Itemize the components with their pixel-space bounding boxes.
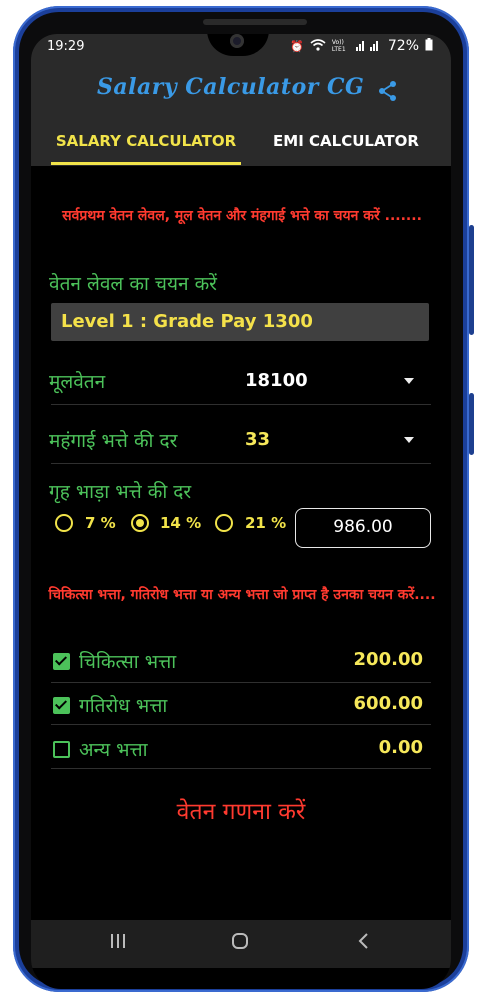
other-allowance-checkbox[interactable]	[53, 741, 70, 758]
obstruction-allowance-value: 600.00	[353, 693, 423, 714]
calculate-salary-button[interactable]: वेतन गणना करें	[31, 794, 451, 826]
medical-allowance-value: 200.00	[353, 649, 423, 670]
home-icon[interactable]	[231, 932, 249, 950]
recents-icon[interactable]	[109, 932, 127, 950]
obstruction-allowance-label: गतिरोध भत्ता	[79, 695, 168, 717]
medical-allowance-checkbox[interactable]	[53, 653, 70, 670]
system-nav-bar	[31, 920, 451, 968]
other-allowance-value: 0.00	[378, 737, 423, 758]
basic-pay-underline	[51, 404, 431, 405]
medical-allowance-label: चिकित्सा भत्ता	[79, 651, 177, 673]
da-rate-label: महंगाई भत्ते की दर	[49, 430, 178, 452]
signal-icon	[355, 39, 382, 54]
app-screen: 19:29 ⏰ Vo)) LTE1 72% Salary Calculator …	[31, 34, 451, 989]
hra-radio-21-label: 21 %	[245, 514, 287, 532]
active-tab-indicator	[51, 162, 241, 165]
volume-button	[469, 225, 474, 335]
da-rate-value[interactable]: 33	[245, 429, 270, 450]
power-button	[469, 393, 474, 455]
obstruction-allowance-checkbox[interactable]	[53, 697, 70, 714]
level-select[interactable]: Level 1 : Grade Pay 1300	[51, 303, 429, 341]
hra-radio-21[interactable]	[215, 514, 233, 532]
front-camera	[230, 34, 244, 48]
hra-radio-14-label: 14 %	[160, 514, 202, 532]
volte-indicator: Vo)) LTE1	[331, 39, 346, 53]
tab-emi-calculator[interactable]: EMI CALCULATOR	[256, 126, 436, 164]
hra-radio-7[interactable]	[55, 514, 73, 532]
share-icon[interactable]	[377, 80, 399, 102]
basic-pay-value[interactable]: 18100	[245, 370, 308, 391]
obstruction-underline	[51, 724, 431, 725]
alarm-icon: ⏰	[290, 39, 304, 53]
basic-pay-label: मूलवेतन	[49, 371, 106, 393]
wifi-icon	[310, 38, 326, 54]
status-icons: ⏰ Vo)) LTE1 72%	[290, 38, 433, 54]
level-label: वेतन लेवल का चयन करें	[49, 273, 217, 295]
da-rate-underline	[51, 463, 431, 464]
app-bar: Salary Calculator CG SALARY CALCULATOR E…	[31, 60, 451, 166]
battery-icon	[425, 38, 433, 54]
back-icon[interactable]	[355, 932, 373, 950]
status-time: 19:29	[47, 39, 85, 54]
battery-percent: 72%	[387, 38, 419, 54]
instruction-select-allowances: चिकित्सा भत्ता, गतिरोध भत्ता या अन्य भत्…	[48, 587, 436, 603]
other-allowance-label: अन्य भत्ता	[79, 739, 148, 761]
tab-salary-calculator[interactable]: SALARY CALCULATOR	[51, 126, 241, 164]
medical-underline	[51, 682, 431, 683]
hra-amount-field[interactable]: 986.00	[295, 508, 431, 548]
instruction-select-level: सर्वप्रथम वेतन लेवल, मूल वेतन और मंहगाई …	[62, 208, 422, 224]
app-title: Salary Calculator CG	[97, 74, 365, 100]
earpiece-speaker	[203, 19, 307, 25]
chevron-down-icon[interactable]	[404, 378, 414, 384]
hra-radio-14[interactable]	[131, 514, 149, 532]
chevron-down-icon[interactable]	[404, 437, 414, 443]
other-underline	[51, 768, 431, 769]
hra-rate-label: गृह भाड़ा भत्ते की दर	[49, 481, 192, 503]
hra-radio-7-label: 7 %	[85, 514, 116, 532]
